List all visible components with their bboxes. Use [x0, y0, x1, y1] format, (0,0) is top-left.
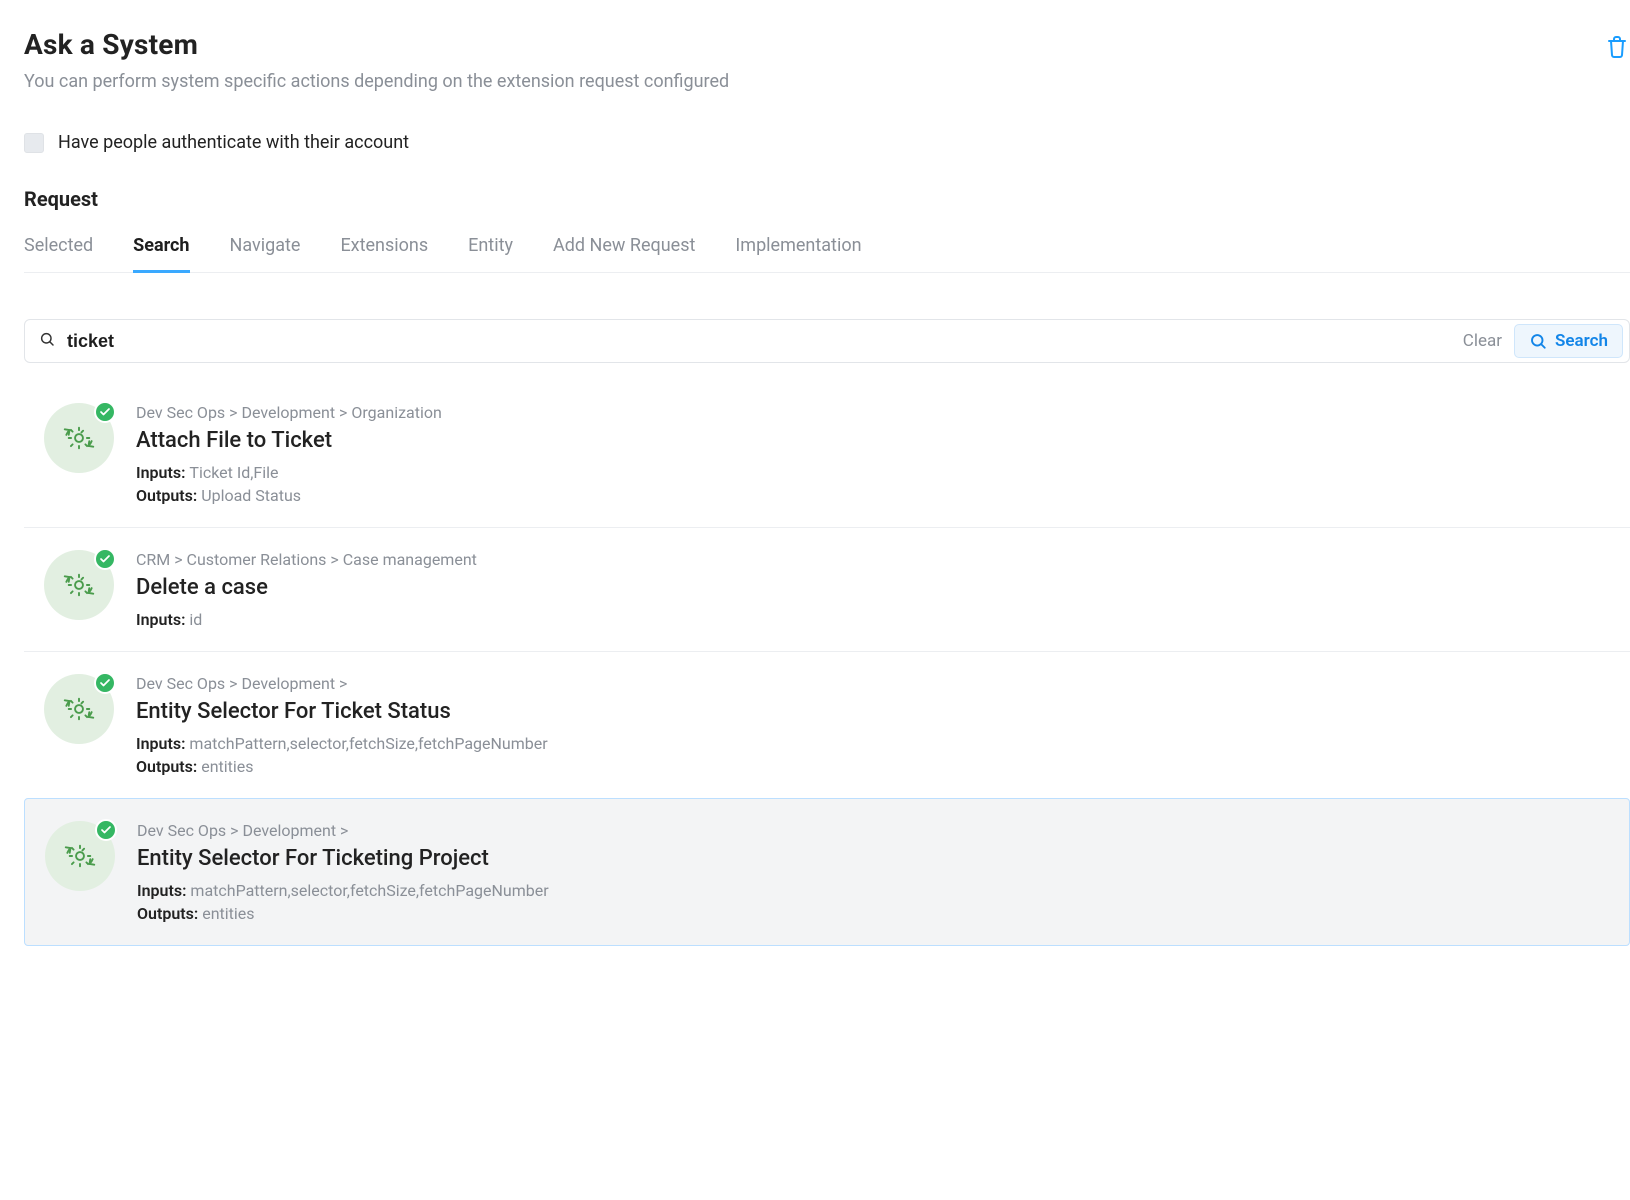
result-body: Dev Sec Ops > Development > Organization… — [136, 403, 442, 505]
authenticate-checkbox-row[interactable]: Have people authenticate with their acco… — [24, 132, 1630, 153]
search-input[interactable] — [65, 330, 1451, 353]
result-title: Entity Selector For Ticket Status — [136, 699, 548, 724]
tab-navigate[interactable]: Navigate — [230, 227, 301, 272]
page-subtitle: You can perform system specific actions … — [24, 71, 729, 92]
tab-implementation[interactable]: Implementation — [735, 227, 861, 272]
tab-search[interactable]: Search — [133, 227, 189, 273]
page-title: Ask a System — [24, 28, 729, 61]
result-breadcrumb: Dev Sec Ops > Development > — [136, 674, 548, 693]
result-inputs: Inputs: id — [136, 610, 477, 629]
result-item[interactable]: Dev Sec Ops > Development > Entity Select… — [24, 798, 1630, 946]
result-outputs: Outputs: entities — [136, 757, 548, 776]
verified-badge-icon — [94, 672, 116, 694]
result-item[interactable]: CRM > Customer Relations > Case manageme… — [24, 527, 1630, 651]
verified-badge-icon — [94, 548, 116, 570]
result-icon — [44, 674, 114, 744]
authenticate-label: Have people authenticate with their acco… — [58, 132, 409, 153]
tab-entity[interactable]: Entity — [468, 227, 513, 272]
delete-icon[interactable] — [1608, 28, 1626, 64]
result-icon — [44, 403, 114, 473]
result-breadcrumb: CRM > Customer Relations > Case manageme… — [136, 550, 477, 569]
result-outputs: Outputs: Upload Status — [136, 486, 442, 505]
tabs: Selected Search Navigate Extensions Enti… — [24, 227, 1630, 273]
result-inputs: Inputs: Ticket Id,File — [136, 463, 442, 482]
ask-a-system-page: Ask a System You can perform system spec… — [0, 0, 1630, 986]
tab-add-new-request[interactable]: Add New Request — [553, 227, 695, 272]
search-icon — [39, 331, 55, 351]
result-title: Entity Selector For Ticketing Project — [137, 846, 549, 871]
result-inputs: Inputs: matchPattern,selector,fetchSize,… — [136, 734, 548, 753]
result-body: Dev Sec Ops > Development > Entity Select… — [137, 821, 549, 923]
result-outputs: Outputs: entities — [137, 904, 549, 923]
result-icon — [44, 550, 114, 620]
result-icon — [45, 821, 115, 891]
header: Ask a System You can perform system spec… — [24, 28, 1630, 132]
search-results: Dev Sec Ops > Development > Organization… — [24, 381, 1630, 946]
checkbox-icon[interactable] — [24, 133, 44, 153]
request-section-label: Request — [24, 187, 1630, 211]
search-bar: Clear Search — [24, 319, 1630, 363]
result-title: Delete a case — [136, 575, 477, 600]
tab-extensions[interactable]: Extensions — [340, 227, 428, 272]
result-breadcrumb: Dev Sec Ops > Development > — [137, 821, 549, 840]
result-title: Attach File to Ticket — [136, 428, 442, 453]
verified-badge-icon — [95, 819, 117, 841]
result-breadcrumb: Dev Sec Ops > Development > Organization — [136, 403, 442, 422]
clear-button[interactable]: Clear — [1451, 331, 1514, 351]
result-body: CRM > Customer Relations > Case manageme… — [136, 550, 477, 629]
verified-badge-icon — [94, 401, 116, 423]
result-body: Dev Sec Ops > Development > Entity Select… — [136, 674, 548, 776]
result-inputs: Inputs: matchPattern,selector,fetchSize,… — [137, 881, 549, 900]
result-item[interactable]: Dev Sec Ops > Development > Entity Select… — [24, 651, 1630, 798]
result-item[interactable]: Dev Sec Ops > Development > Organization… — [24, 381, 1630, 527]
search-button[interactable]: Search — [1514, 324, 1623, 358]
search-button-label: Search — [1555, 331, 1608, 351]
tab-selected[interactable]: Selected — [24, 227, 93, 272]
